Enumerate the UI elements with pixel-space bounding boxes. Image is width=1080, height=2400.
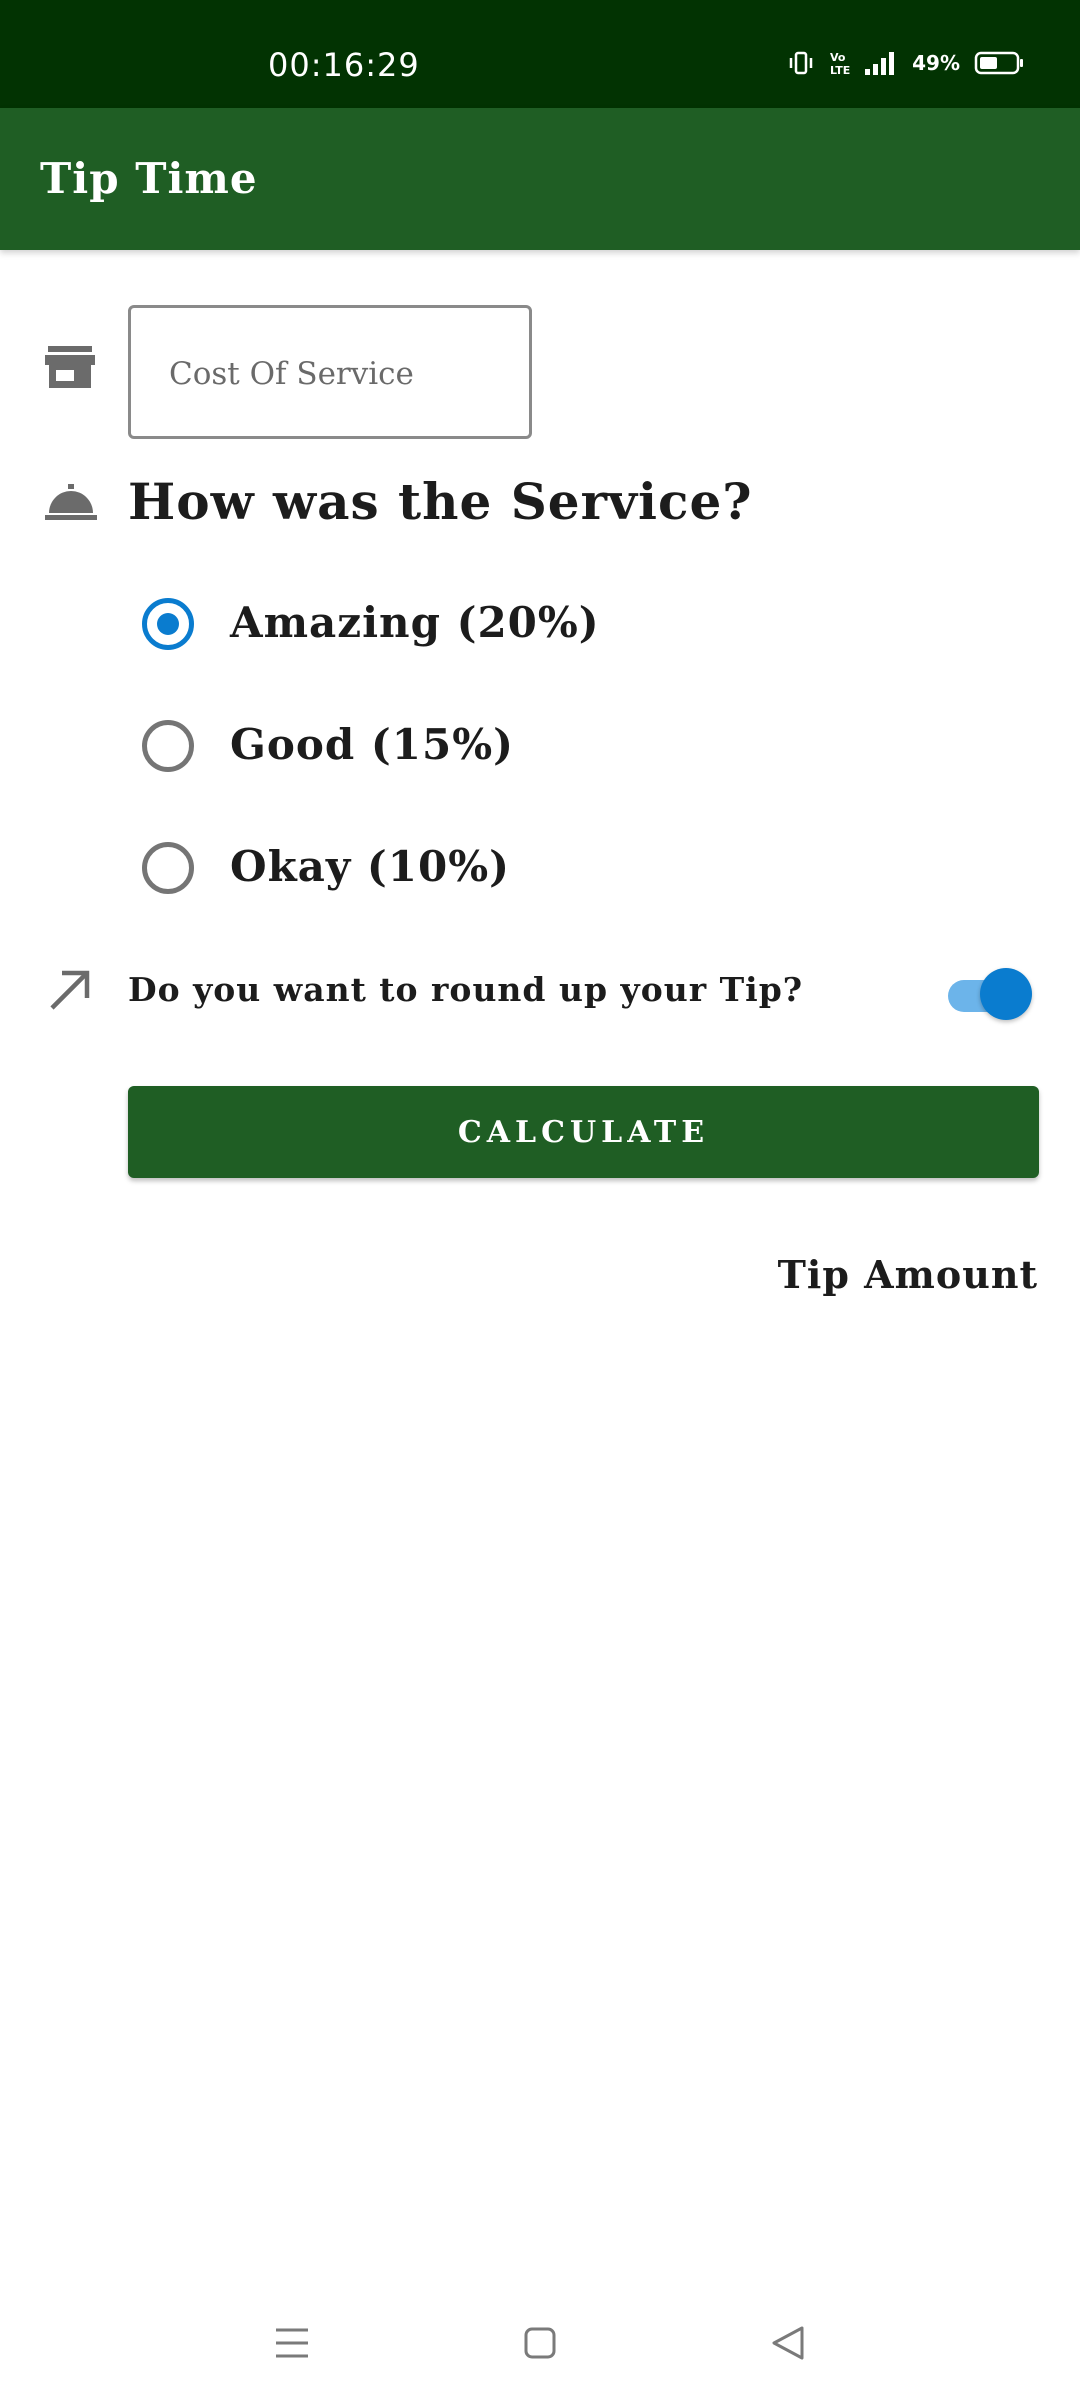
switch-thumb[interactable] — [980, 968, 1032, 1020]
radio-button[interactable] — [142, 842, 194, 894]
status-icons: Vo LTE 49% — [788, 50, 1024, 76]
app-title: Tip Time — [40, 154, 258, 203]
signal-icon — [865, 52, 895, 75]
battery-icon — [974, 51, 1023, 75]
room-service-icon — [45, 484, 97, 520]
arrow-up-right-icon — [50, 970, 90, 1010]
app-bar: Tip Time — [0, 108, 1080, 250]
tip-option-label: Amazing (20%) — [230, 598, 600, 647]
menu-icon[interactable] — [274, 2326, 310, 2360]
radio-button-selected[interactable] — [142, 598, 194, 650]
storefront-icon — [45, 346, 95, 388]
status-bar: 00:16:29 Vo LTE 49% — [0, 0, 1080, 108]
cost-of-service-input[interactable] — [167, 346, 511, 402]
radio-dot — [157, 613, 179, 635]
volte-icon: Vo LTE — [830, 51, 850, 76]
status-time: 00:16:29 — [268, 46, 420, 84]
tip-option-good[interactable]: Good (15%) — [140, 706, 740, 786]
vibrate-icon — [789, 51, 813, 75]
calculate-button[interactable]: CALCULATE — [128, 1086, 1039, 1178]
tip-option-label: Okay (10%) — [230, 842, 511, 891]
battery-percent: 49% — [912, 51, 960, 75]
tip-option-amazing[interactable]: Amazing (20%) — [140, 584, 740, 664]
tip-amount-label: Tip Amount — [777, 1252, 1038, 1297]
back-icon[interactable] — [770, 2324, 806, 2362]
tip-option-label: Good (15%) — [230, 720, 514, 769]
tip-option-okay[interactable]: Okay (10%) — [140, 828, 740, 908]
home-icon[interactable] — [523, 2326, 557, 2360]
round-up-switch[interactable] — [944, 964, 1034, 1020]
service-question: How was the Service? — [128, 472, 753, 531]
svg-text:Vo: Vo — [830, 51, 846, 64]
radio-button[interactable] — [142, 720, 194, 772]
system-nav-bar — [0, 2300, 1080, 2400]
cost-of-service-field[interactable] — [128, 305, 532, 439]
svg-text:LTE: LTE — [830, 64, 850, 76]
round-up-label: Do you want to round up your Tip? — [128, 970, 804, 1009]
